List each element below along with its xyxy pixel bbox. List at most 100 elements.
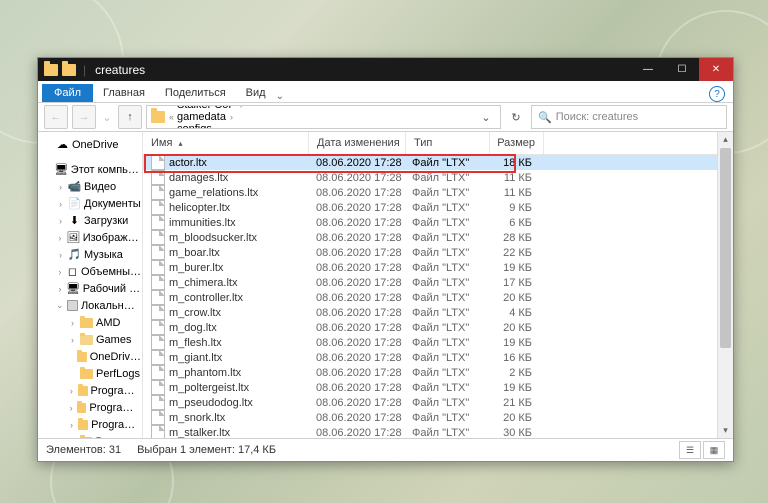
file-type: Файл "LTX" <box>404 277 487 289</box>
col-date[interactable]: Дата изменения <box>309 132 406 154</box>
crumb-gamedata[interactable]: gamedata› <box>177 111 247 123</box>
file-date: 08.06.2020 17:28 <box>308 397 404 409</box>
col-type[interactable]: Тип <box>406 132 490 154</box>
tree-onedrivetemp[interactable]: OneDriveTemp <box>38 348 142 365</box>
tree-downloads[interactable]: ›⬇Загрузки <box>38 212 142 229</box>
file-type: Файл "LTX" <box>404 397 487 409</box>
tree-music[interactable]: ›🎵Музыка <box>38 246 142 263</box>
file-type: Файл "LTX" <box>404 157 487 169</box>
file-type: Файл "LTX" <box>404 307 487 319</box>
file-row[interactable]: m_chimera.ltx08.06.2020 17:28Файл "LTX"1… <box>143 275 733 290</box>
explorer-window: | creatures — ☐ ✕ Файл Главная Поделитьс… <box>37 57 734 462</box>
file-row[interactable]: m_bloodsucker.ltx08.06.2020 17:28Файл "L… <box>143 230 733 245</box>
file-row[interactable]: actor.ltx08.06.2020 17:28Файл "LTX"18 КБ <box>143 155 733 170</box>
file-row[interactable]: m_dog.ltx08.06.2020 17:28Файл "LTX"20 КБ <box>143 320 733 335</box>
file-icon <box>151 170 165 185</box>
refresh-button[interactable]: ↻ <box>505 106 527 128</box>
history-dropdown[interactable]: ⌄ <box>100 106 114 128</box>
scroll-up-icon[interactable]: ▴ <box>718 132 733 147</box>
tree-thispc[interactable]: 🖥Этот компьютер <box>38 161 142 178</box>
file-row[interactable]: game_relations.ltx08.06.2020 17:28Файл "… <box>143 185 733 200</box>
file-icon <box>151 260 165 275</box>
file-size: 21 КБ <box>487 397 540 409</box>
file-row[interactable]: m_pseudodog.ltx08.06.2020 17:28Файл "LTX… <box>143 395 733 410</box>
file-type: Файл "LTX" <box>404 322 487 334</box>
file-size: 19 КБ <box>487 262 540 274</box>
crumb-configs[interactable]: configs› <box>177 123 247 129</box>
file-type: Файл "LTX" <box>404 427 487 439</box>
col-name[interactable]: Имя▴ <box>143 132 309 154</box>
scroll-down-icon[interactable]: ▾ <box>718 423 733 438</box>
file-row[interactable]: m_poltergeist.ltx08.06.2020 17:28Файл "L… <box>143 380 733 395</box>
file-row[interactable]: m_controller.ltx08.06.2020 17:28Файл "LT… <box>143 290 733 305</box>
file-icon <box>151 230 165 245</box>
breadcrumb[interactable]: « Games›Stalker CoP›gamedata›configs›cre… <box>146 105 501 129</box>
file-row[interactable]: helicopter.ltx08.06.2020 17:28Файл "LTX"… <box>143 200 733 215</box>
file-date: 08.06.2020 17:28 <box>308 247 404 259</box>
view-details-button[interactable]: ☰ <box>679 441 701 459</box>
tree-programfiles[interactable]: ›Program Files <box>38 382 142 399</box>
file-row[interactable]: m_giant.ltx08.06.2020 17:28Файл "LTX"16 … <box>143 350 733 365</box>
tree-pictures[interactable]: ›🖼Изображения <box>38 229 142 246</box>
file-row[interactable]: m_phantom.ltx08.06.2020 17:28Файл "LTX"2… <box>143 365 733 380</box>
view-icons-button[interactable]: ▦ <box>703 441 725 459</box>
tab-file[interactable]: Файл <box>42 84 93 102</box>
tab-share[interactable]: Поделиться <box>155 84 236 102</box>
tree-onedrive[interactable]: ☁OneDrive <box>38 136 142 153</box>
minimize-button[interactable]: — <box>631 58 665 81</box>
scrollbar[interactable]: ▴ ▾ <box>717 132 733 438</box>
file-size: 20 КБ <box>487 322 540 334</box>
file-row[interactable]: m_crow.ltx08.06.2020 17:28Файл "LTX"4 КБ <box>143 305 733 320</box>
back-button[interactable]: ← <box>44 105 68 129</box>
file-date: 08.06.2020 17:28 <box>308 367 404 379</box>
scroll-thumb[interactable] <box>720 148 731 348</box>
file-name: actor.ltx <box>169 157 207 169</box>
file-size: 9 КБ <box>487 202 540 214</box>
file-row[interactable]: m_snork.ltx08.06.2020 17:28Файл "LTX"20 … <box>143 410 733 425</box>
folder-icon <box>44 64 58 76</box>
file-icon <box>151 320 165 335</box>
tree-documents[interactable]: ›📄Документы <box>38 195 142 212</box>
file-row[interactable]: immunities.ltx08.06.2020 17:28Файл "LTX"… <box>143 215 733 230</box>
tree-programdata[interactable]: ›ProgramData <box>38 416 142 433</box>
close-button[interactable]: ✕ <box>699 58 733 81</box>
address-dropdown-icon[interactable]: ⌄ <box>476 111 496 124</box>
file-date: 08.06.2020 17:28 <box>308 262 404 274</box>
up-button[interactable]: ↑ <box>118 105 142 129</box>
file-row[interactable]: damages.ltx08.06.2020 17:28Файл "LTX"11 … <box>143 170 733 185</box>
file-row[interactable]: m_flesh.ltx08.06.2020 17:28Файл "LTX"19 … <box>143 335 733 350</box>
forward-button[interactable]: → <box>72 105 96 129</box>
separator: | <box>83 63 86 77</box>
maximize-button[interactable]: ☐ <box>665 58 699 81</box>
title-bar[interactable]: | creatures — ☐ ✕ <box>38 58 733 81</box>
col-size[interactable]: Размер <box>490 132 544 154</box>
tab-home[interactable]: Главная <box>93 84 155 102</box>
tree-localdisk[interactable]: ⌄Локальный дис <box>38 297 142 314</box>
tree-perflogs[interactable]: PerfLogs <box>38 365 142 382</box>
file-row[interactable]: m_burer.ltx08.06.2020 17:28Файл "LTX"19 … <box>143 260 733 275</box>
search-input[interactable]: 🔍 Поиск: creatures <box>531 105 727 129</box>
file-date: 08.06.2020 17:28 <box>308 202 404 214</box>
file-list: Имя▴ Дата изменения Тип Размер actor.ltx… <box>143 132 733 438</box>
tree-desktop[interactable]: ›🖥Рабочий стол <box>38 280 142 297</box>
ribbon-collapse-icon[interactable]: ⌄ <box>276 91 284 102</box>
tree-3dobjects[interactable]: ›◻Объемные об <box>38 263 142 280</box>
help-icon[interactable]: ? <box>709 86 725 102</box>
tree-programs[interactable]: ›Programs <box>38 433 142 438</box>
file-icon <box>151 305 165 320</box>
file-row[interactable]: m_boar.ltx08.06.2020 17:28Файл "LTX"22 К… <box>143 245 733 260</box>
file-size: 20 КБ <box>487 412 540 424</box>
file-row[interactable]: m_stalker.ltx08.06.2020 17:28Файл "LTX"3… <box>143 425 733 438</box>
file-name: m_flesh.ltx <box>169 337 222 349</box>
file-size: 20 КБ <box>487 292 540 304</box>
tree-programfilesx86[interactable]: ›Program Files ( <box>38 399 142 416</box>
tree-games[interactable]: ›Games <box>38 331 142 348</box>
column-headers: Имя▴ Дата изменения Тип Размер <box>143 132 733 155</box>
tree-videos[interactable]: ›📹Видео <box>38 178 142 195</box>
file-size: 19 КБ <box>487 337 540 349</box>
file-name: m_poltergeist.ltx <box>169 382 249 394</box>
tree-amd[interactable]: ›AMD <box>38 314 142 331</box>
tab-view[interactable]: Вид <box>236 84 276 102</box>
file-size: 18 КБ <box>487 157 540 169</box>
file-icon <box>151 155 165 170</box>
